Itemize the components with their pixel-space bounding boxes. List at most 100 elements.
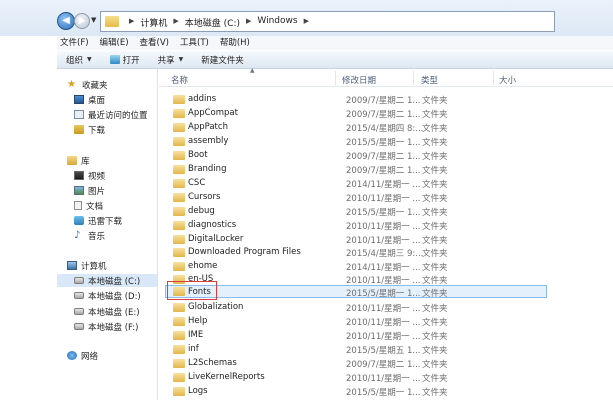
breadcrumb: ▶ 计算机 ▶ 本地磁盘 (C:) ▶ Windows ▶: [123, 16, 315, 29]
folder-icon: [173, 207, 185, 216]
organize-button[interactable]: 组织 ▼: [66, 54, 92, 66]
menu-tools[interactable]: 工具(T): [180, 36, 209, 50]
column-divider[interactable]: [335, 71, 336, 85]
file-name: IME: [188, 330, 204, 340]
file-type: 文件夹: [422, 346, 448, 356]
folder-icon: [173, 137, 185, 146]
nav-label: 音乐: [88, 231, 106, 242]
column-size[interactable]: 大小: [499, 74, 516, 86]
file-row-ime[interactable]: IME 2010/11/星期一 ... 文件夹: [169, 329, 547, 342]
sort-ascending-icon: ▲: [250, 67, 255, 74]
file-name: Downloaded Program Files: [188, 247, 301, 257]
back-button[interactable]: ◀: [57, 12, 75, 30]
file-date: 2015/5/星期一 1...: [346, 388, 421, 398]
menu-file[interactable]: 文件(F): [60, 36, 89, 50]
drive-icon: [74, 277, 84, 284]
computer-icon: [67, 261, 77, 270]
nav-drive-c[interactable]: 本地磁盘 (C:): [57, 274, 157, 287]
file-row-l2schemas[interactable]: L2Schemas 2009/7/星期二 1... 文件夹: [169, 357, 547, 370]
menu-help[interactable]: 帮助(H): [220, 36, 250, 50]
file-row-livekernelreports[interactable]: LiveKernelReports 2010/11/星期一 ... 文件夹: [169, 371, 547, 384]
file-type: 文件夹: [422, 124, 448, 134]
file-row-debug[interactable]: debug 2015/5/星期一 1... 文件夹: [169, 205, 547, 218]
chevron-right-icon[interactable]: ▶: [173, 16, 178, 29]
file-type: 文件夹: [422, 166, 448, 176]
open-icon: [109, 55, 120, 64]
nav-favorites[interactable]: ★ 收藏夹: [67, 78, 167, 91]
breadcrumb-windows[interactable]: Windows: [257, 16, 297, 29]
thunder-icon: [74, 216, 84, 225]
new-folder-label: 新建文件夹: [201, 55, 244, 66]
column-type[interactable]: 类型: [421, 74, 438, 86]
folder-icon: [173, 248, 185, 257]
nav-network[interactable]: 网络: [67, 349, 167, 362]
file-row-addins[interactable]: addins 2009/7/星期二 1... 文件夹: [169, 93, 547, 106]
file-row-ehome[interactable]: ehome 2014/11/星期一 ... 文件夹: [169, 260, 547, 273]
file-row-downloaded-program-files[interactable]: Downloaded Program Files 2015/4/星期三 9:..…: [169, 246, 547, 259]
file-date: 2010/11/星期一 ...: [346, 318, 421, 328]
file-row-csc[interactable]: CSC 2014/11/星期一 ... 文件夹: [169, 177, 547, 190]
column-modified[interactable]: 修改日期: [342, 74, 376, 86]
menu-view[interactable]: 查看(V): [140, 36, 169, 50]
file-row-logs[interactable]: Logs 2015/5/星期一 1... 文件夹: [169, 385, 547, 398]
file-row-digitallocker[interactable]: DigitalLocker 2010/11/星期一 ... 文件夹: [169, 233, 547, 246]
column-name[interactable]: 名称: [171, 74, 188, 86]
file-row-inf[interactable]: inf 2015/5/星期五 1... 文件夹: [169, 343, 547, 356]
file-row-fonts[interactable]: Fonts 2015/5/星期一 1... 文件夹: [165, 285, 547, 299]
column-divider[interactable]: [493, 71, 494, 85]
nav-label: 库: [81, 156, 90, 167]
file-type: 文件夹: [422, 388, 448, 398]
address-bar[interactable]: ▶ 计算机 ▶ 本地磁盘 (C:) ▶ Windows ▶: [100, 11, 555, 32]
file-row-appcompat[interactable]: AppCompat 2009/7/星期二 1... 文件夹: [169, 107, 547, 120]
file-name: debug: [188, 206, 215, 216]
file-name: AppPatch: [188, 122, 228, 132]
share-button[interactable]: 共享 ▼: [158, 54, 184, 66]
folder-icon: [173, 193, 185, 202]
file-row-cursors[interactable]: Cursors 2010/11/星期一 ... 文件夹: [169, 191, 547, 204]
file-date: 2015/5/星期五 1...: [346, 346, 421, 356]
drive-icon: [74, 308, 84, 315]
breadcrumb-computer[interactable]: 计算机: [140, 16, 167, 29]
highlight-annotation: [167, 281, 217, 300]
forward-button[interactable]: ▶: [74, 13, 90, 29]
video-icon: [74, 171, 84, 180]
organize-label: 组织: [66, 55, 84, 66]
chevron-right-icon[interactable]: ▶: [304, 16, 309, 29]
column-divider[interactable]: [413, 71, 414, 85]
file-date: 2009/7/星期二 1...: [346, 360, 421, 370]
file-row-boot[interactable]: Boot 2009/7/星期二 1... 文件夹: [169, 149, 547, 162]
file-name: inf: [188, 344, 199, 354]
chevron-down-icon: ▼: [178, 56, 184, 63]
file-name: ehome: [188, 261, 218, 271]
folder-icon: [173, 262, 185, 271]
nav-libraries[interactable]: 库: [67, 154, 167, 167]
recent-pages-dropdown[interactable]: ▼: [91, 16, 96, 24]
nav-label: 收藏夹: [82, 80, 108, 91]
folder-icon: [173, 235, 185, 244]
nav-label: 视频: [88, 171, 106, 182]
file-row-globalization[interactable]: Globalization 2010/11/星期一 ... 文件夹: [169, 301, 547, 314]
file-row-diagnostics[interactable]: diagnostics 2010/11/星期一 ... 文件夹: [169, 219, 547, 232]
column-header: ▲ 名称 修改日期 类型 大小: [159, 67, 613, 87]
file-type: 文件夹: [422, 374, 448, 384]
open-button[interactable]: 打开: [109, 54, 140, 66]
nav-computer[interactable]: 计算机: [67, 259, 167, 272]
menu-edit[interactable]: 编辑(E): [100, 36, 129, 50]
file-row-branding[interactable]: Branding 2009/7/星期二 1... 文件夹: [169, 163, 547, 176]
nav-label: 本地磁盘 (F:): [88, 322, 139, 333]
folder-icon: [173, 221, 185, 230]
file-type: 文件夹: [422, 236, 448, 246]
pictures-icon: [74, 186, 84, 195]
file-date: 2009/7/星期二 1...: [346, 110, 421, 120]
file-date: 2014/11/星期一 ...: [346, 180, 421, 190]
folder-icon: [173, 387, 185, 396]
nav-label: 桌面: [88, 95, 106, 106]
new-folder-button[interactable]: 新建文件夹: [201, 54, 244, 66]
chevron-right-icon[interactable]: ▶: [246, 16, 251, 29]
file-row-help[interactable]: Help 2010/11/星期一 ... 文件夹: [169, 315, 547, 328]
breadcrumb-drive-c[interactable]: 本地磁盘 (C:): [185, 16, 240, 29]
file-row-apppatch[interactable]: AppPatch 2015/4/星期四 8:... 文件夹: [169, 121, 547, 134]
star-icon: ★: [67, 78, 76, 90]
file-row-assembly[interactable]: assembly 2015/5/星期一 1... 文件夹: [169, 135, 547, 148]
downloads-icon: [74, 125, 84, 134]
